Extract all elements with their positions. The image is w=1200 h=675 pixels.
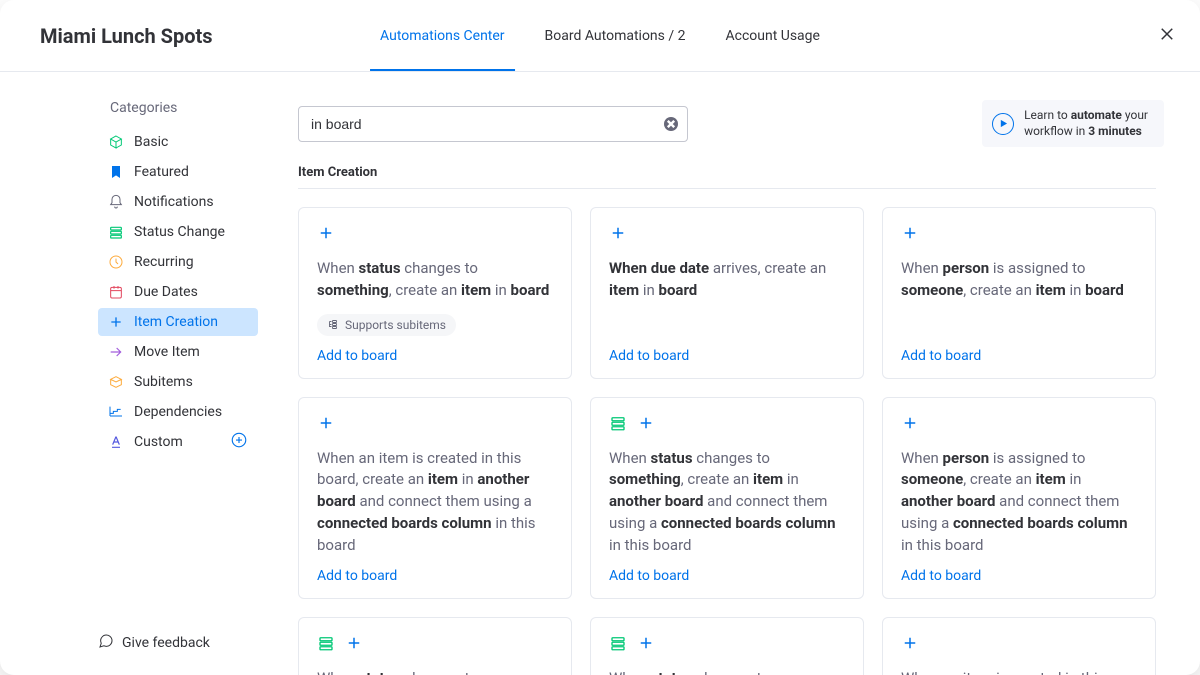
plus-icon [609,224,627,246]
add-custom-button[interactable] [230,431,248,453]
learn-automate-promo[interactable]: Learn to automate your workflow in 3 min… [982,100,1164,147]
card-icons [317,414,553,436]
template-description: When person is assigned to someone, crea… [901,258,1137,302]
dep-icon [108,404,124,420]
sidebar-item-status-change[interactable]: Status Change [98,218,258,246]
status-icon [609,634,627,656]
give-feedback-label: Give feedback [122,635,210,651]
add-to-board-link[interactable]: Add to board [317,348,553,364]
main-panel: Learn to automate your workflow in 3 min… [270,72,1200,675]
add-to-board-link[interactable]: Add to board [317,568,553,584]
template-description: When status changes to [317,668,553,675]
plus-icon [901,224,919,246]
status-icon [609,414,627,436]
plus-icon [317,224,335,246]
tab-board-automations-2[interactable]: Board Automations / 2 [545,0,686,71]
sidebar-item-recurring[interactable]: Recurring [98,248,258,276]
add-to-board-link[interactable]: Add to board [901,568,1137,584]
add-to-board-link[interactable]: Add to board [901,348,1137,364]
card-icons [317,634,553,656]
automation-template-card[interactable]: When person is assigned to someone, crea… [882,397,1156,600]
card-icons [609,634,845,656]
card-icons [317,224,553,246]
bell-icon [108,194,124,210]
plus-icon [317,414,335,436]
sidebar-item-dependencies[interactable]: Dependencies [98,398,258,426]
card-icons [901,634,1137,656]
app-header: Miami Lunch Spots Automations Center Boar… [0,0,1200,72]
categories-list: BasicFeaturedNotificationsStatus ChangeR… [12,128,258,458]
template-description: When status changes to [609,668,845,675]
status-icon [108,224,124,240]
sidebar-item-notifications[interactable]: Notifications [98,188,258,216]
plus-icon [901,634,919,656]
chat-icon [98,633,114,653]
add-to-board-link[interactable]: Add to board [609,568,845,584]
clock-icon [108,254,124,270]
automation-template-card[interactable]: When status changes to [590,617,864,675]
automation-template-card[interactable]: When status changes to something, create… [298,207,572,379]
search-input[interactable] [298,106,688,142]
search-wrapper [298,106,688,142]
arrow-icon [108,344,124,360]
template-description: When person is assigned to someone, crea… [901,448,1137,557]
template-description: When an item is created in this [901,668,1137,675]
sidebar-item-subitems[interactable]: Subitems [98,368,258,396]
sidebar-item-due-dates[interactable]: Due Dates [98,278,258,306]
plus-icon [637,414,655,436]
sidebar-item-basic[interactable]: Basic [98,128,258,156]
board-title: Miami Lunch Spots [40,24,213,48]
sidebar-item-move-item[interactable]: Move Item [98,338,258,366]
plus-icon [637,634,655,656]
sidebar-item-custom[interactable]: Custom [98,428,258,456]
card-icons [609,224,845,246]
bookmark-icon [108,164,124,180]
sidebar-item-item-creation[interactable]: Item Creation [98,308,258,336]
header-tabs: Automations Center Board Automations / 2 A… [380,0,820,71]
card-icons [609,414,845,436]
plus-icon [108,314,124,330]
promo-text: Learn to automate your workflow in 3 min… [1024,108,1148,139]
section-heading: Item Creation [298,165,1156,189]
add-to-board-link[interactable]: Add to board [609,348,845,364]
automation-template-card[interactable]: When an item is created in this [882,617,1156,675]
custom-icon [108,434,124,450]
box-icon [108,374,124,390]
sidebar-item-featured[interactable]: Featured [98,158,258,186]
automation-template-card[interactable]: When due date arrives, create an item in… [590,207,864,379]
tab-account-usage[interactable]: Account Usage [725,0,819,71]
template-description: When status changes to something, create… [609,448,845,557]
close-button[interactable] [1158,25,1176,47]
cube-icon [108,134,124,150]
play-icon [992,113,1014,135]
card-icons [901,414,1137,436]
status-icon [317,634,335,656]
calendar-icon [108,284,124,300]
tab-automations-center[interactable]: Automations Center [380,0,505,71]
automation-template-card[interactable]: When status changes to something, create… [590,397,864,600]
template-description: When due date arrives, create an item in… [609,258,845,302]
automation-template-card[interactable]: When status changes to [298,617,572,675]
supports-subitems-badge: Supports subitems [317,314,456,336]
automation-template-card[interactable]: When person is assigned to someone, crea… [882,207,1156,379]
plus-icon [901,414,919,436]
sidebar: Categories BasicFeaturedNotificationsSta… [0,72,270,675]
automation-template-card[interactable]: When an item is created in this board, c… [298,397,572,600]
template-description: When status changes to something, create… [317,258,553,302]
template-description: When an item is created in this board, c… [317,448,553,557]
card-icons [901,224,1137,246]
categories-heading: Categories [110,100,258,116]
templates-grid: When status changes to something, create… [298,207,1164,675]
give-feedback-link[interactable]: Give feedback [98,633,258,653]
clear-search-button[interactable] [664,117,678,131]
plus-icon [345,634,363,656]
